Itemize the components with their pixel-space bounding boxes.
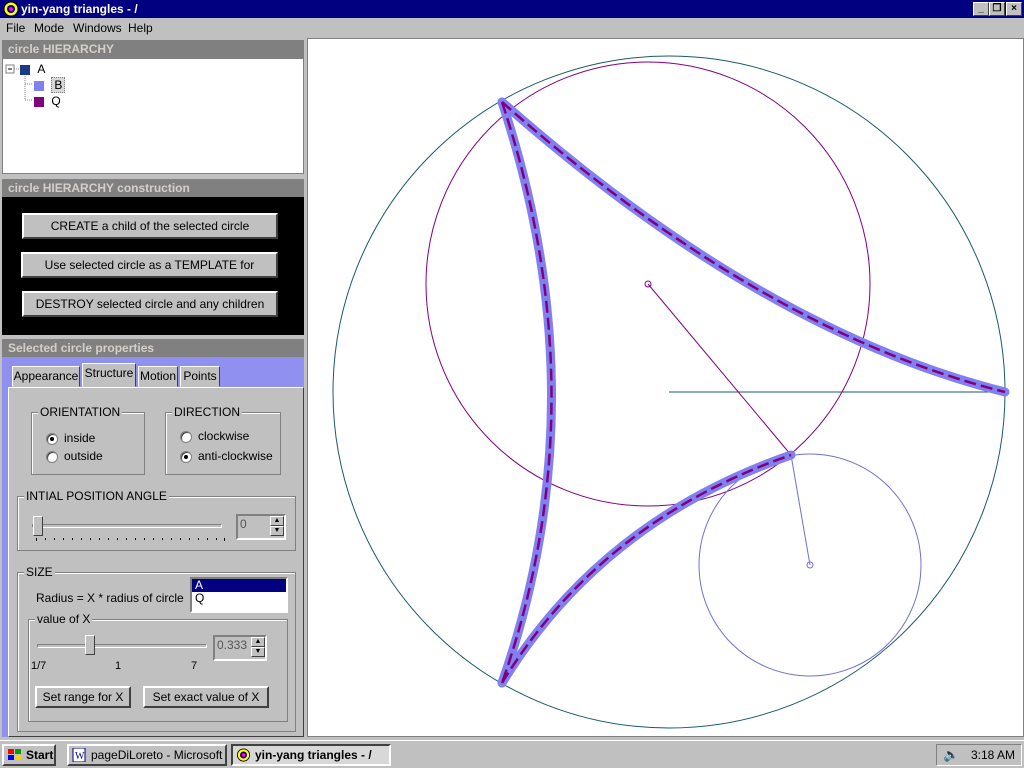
structure-tab-page: ORIENTATION inside outside DIRECTION clo… <box>8 387 304 737</box>
initial-angle-label: INTIAL POSITION ANGLE <box>24 489 169 503</box>
window-title: yin-yang triangles - / <box>21 2 138 16</box>
task-yin-yang[interactable]: yin-yang triangles - / <box>231 744 391 766</box>
x-spinner[interactable]: 0.333 ▲ ▼ <box>213 635 267 661</box>
menu-windows[interactable]: Windows <box>73 21 122 35</box>
value-x-label: value of X <box>35 612 93 626</box>
tree-item-b[interactable]: B <box>34 77 66 93</box>
direction-clockwise-radio[interactable]: clockwise <box>180 429 249 443</box>
task-word-label: pageDiLoreto - Microsoft ... <box>91 748 227 762</box>
task-word-document[interactable]: W pageDiLoreto - Microsoft ... <box>67 744 227 766</box>
tick-label-min: 1/7 <box>31 660 47 672</box>
restore-button[interactable]: ❐ <box>989 2 1005 16</box>
swatch-q <box>34 96 44 107</box>
size-label: SIZE <box>24 565 55 579</box>
windows-logo-icon <box>8 749 21 760</box>
geometry-drawing <box>332 55 1010 729</box>
construction-header: circle HIERARCHY construction <box>2 179 304 197</box>
swatch-a <box>20 64 30 75</box>
hierarchy-tree: A B Q <box>2 58 304 174</box>
value-x-group: value of X 1/7 1 7 0.333 ▲ ▼ Set range f… <box>28 612 288 722</box>
hierarchy-header: circle HIERARCHY <box>2 40 304 58</box>
tick-label-max: 7 <box>191 660 198 672</box>
radius-text: Radius = X * radius of circle <box>36 591 184 605</box>
swatch-b <box>34 80 44 91</box>
taskbar: Start W pageDiLoreto - Microsoft ... yin… <box>0 740 1024 768</box>
properties-header: Selected circle properties <box>2 339 304 357</box>
construction-panel: CREATE a child of the selected circle Us… <box>2 197 304 335</box>
radio-dot <box>46 432 58 445</box>
tree-item-q[interactable]: Q <box>34 94 61 108</box>
direction-group: DIRECTION clockwise anti-clockwise <box>165 405 281 475</box>
orientation-inside-label: inside <box>64 431 96 445</box>
tab-motion[interactable]: Motion <box>138 366 178 387</box>
menu-file[interactable]: File <box>6 21 25 35</box>
set-exact-button[interactable]: Set exact value of X <box>143 686 269 708</box>
circle-listbox[interactable]: A Q <box>190 577 288 613</box>
tick-label-mid: 1 <box>115 660 122 672</box>
svg-text:W: W <box>75 751 85 762</box>
menu-mode[interactable]: Mode <box>34 21 64 35</box>
tree-item-a[interactable]: A <box>20 62 45 76</box>
destroy-button[interactable]: DESTROY selected circle and any children <box>22 291 278 317</box>
menu-help[interactable]: Help <box>128 21 153 35</box>
tree-item-a-label: A <box>37 62 46 76</box>
tab-points[interactable]: Points <box>180 366 220 387</box>
tree-item-b-label: B <box>51 77 66 93</box>
orientation-label: ORIENTATION <box>38 405 123 419</box>
x-slider-thumb[interactable] <box>85 635 95 655</box>
angle-spinner[interactable]: 0 ▲ ▼ <box>236 514 286 540</box>
angle-slider-track[interactable] <box>32 524 222 528</box>
start-label: Start <box>26 748 54 762</box>
radio-dot <box>46 450 58 463</box>
angle-down-arrow[interactable]: ▼ <box>270 526 284 536</box>
orientation-outside-radio[interactable]: outside <box>46 449 103 463</box>
menu-bar: File Mode Windows Help <box>0 18 1024 38</box>
direction-anticlockwise-radio[interactable]: anti-clockwise <box>180 449 273 463</box>
size-group: SIZE Radius = X * radius of circle A Q v… <box>17 565 296 732</box>
app-icon <box>236 748 251 762</box>
angle-up-arrow[interactable]: ▲ <box>270 516 284 526</box>
direction-label: DIRECTION <box>172 405 242 419</box>
radio-dot <box>180 430 192 443</box>
x-value: 0.333 <box>217 638 248 652</box>
drawing-canvas[interactable] <box>307 38 1024 737</box>
minimize-button[interactable]: _ <box>973 2 989 16</box>
direction-clockwise-label: clockwise <box>198 429 250 443</box>
tab-appearance[interactable]: Appearance <box>12 366 80 387</box>
template-button[interactable]: Use selected circle as a TEMPLATE for cr… <box>21 252 278 294</box>
word-document-icon: W <box>72 748 86 762</box>
orientation-group: ORIENTATION inside outside <box>31 405 145 475</box>
close-button[interactable]: × <box>1006 2 1022 16</box>
tree-item-q-label: Q <box>51 94 61 108</box>
list-item[interactable]: Q <box>192 592 286 605</box>
orientation-outside-label: outside <box>64 449 103 463</box>
app-icon <box>3 1 19 17</box>
speaker-icon[interactable]: 🔈 <box>943 747 959 763</box>
system-tray: 🔈 3:18 AM <box>936 744 1022 766</box>
angle-value: 0 <box>240 517 247 531</box>
initial-angle-group: INTIAL POSITION ANGLE 0 ▲ ▼ <box>17 489 296 551</box>
tab-structure[interactable]: Structure <box>82 363 136 387</box>
list-item[interactable]: A <box>192 579 286 592</box>
task-yin-yang-label: yin-yang triangles - / <box>255 748 372 762</box>
small-radius-line <box>790 454 811 566</box>
angle-slider-ticks <box>36 538 225 541</box>
x-down-arrow[interactable]: ▼ <box>251 647 265 657</box>
x-slider-track[interactable] <box>37 644 207 648</box>
set-range-button[interactable]: Set range for X <box>35 686 131 708</box>
angle-slider-thumb[interactable] <box>33 516 43 536</box>
purple-radius-line <box>647 283 792 456</box>
radio-dot <box>180 450 192 463</box>
title-bar: yin-yang triangles - / _ ❐ × <box>0 0 1024 18</box>
clock: 3:18 AM <box>971 748 1016 762</box>
start-button[interactable]: Start <box>2 744 56 766</box>
x-up-arrow[interactable]: ▲ <box>251 637 265 647</box>
direction-anticlockwise-label: anti-clockwise <box>198 449 273 463</box>
orientation-inside-radio[interactable]: inside <box>46 431 95 445</box>
create-child-button[interactable]: CREATE a child of the selected circle <box>22 213 278 239</box>
